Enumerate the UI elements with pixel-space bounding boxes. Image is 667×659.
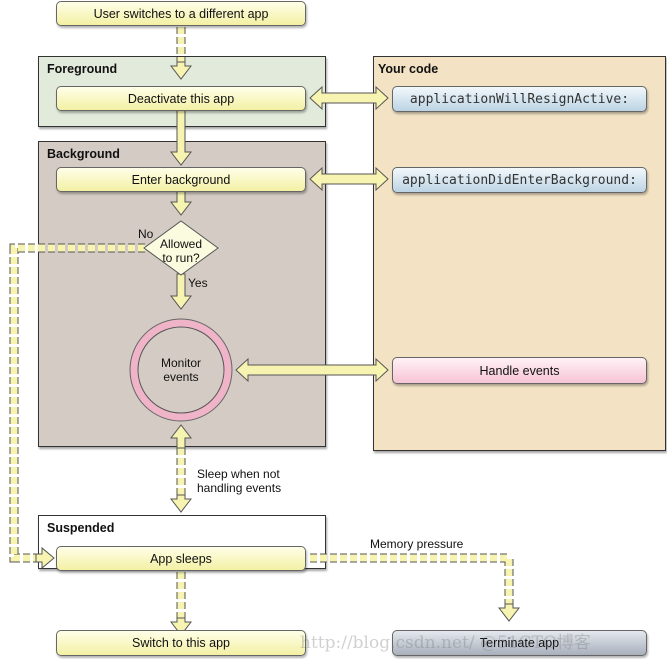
sleep-label: Sleep when not handling events: [197, 467, 282, 495]
no-label: No: [138, 227, 154, 241]
dotted-no-path: [9, 243, 145, 563]
double-arrow-icon: [235, 357, 389, 383]
arrow-down-icon: [169, 494, 193, 513]
double-arrow-icon: [309, 166, 389, 192]
arrow-down-icon: [497, 603, 521, 622]
arrow-down-icon: [169, 61, 193, 80]
handle-events-box: Handle events: [392, 357, 647, 384]
deactivate-box: Deactivate this app: [56, 86, 306, 111]
app-sleeps-box: App sleeps: [56, 546, 306, 571]
switch-to-app-box: Switch to this app: [56, 630, 306, 656]
watermark: http://blog.csdn.net/ @51CTO博客: [300, 633, 591, 653]
arrow-down-icon: [169, 109, 193, 166]
will-resign-active-box: applicationWillResignActive:: [392, 86, 647, 112]
arrow-right-icon: [35, 546, 55, 570]
dotted-memory-path: [310, 553, 514, 604]
enter-background-box: Enter background: [56, 167, 306, 192]
app-lifecycle-diagram: Foreground Background Your code Suspende…: [0, 0, 667, 659]
arrow-down-icon: [169, 190, 193, 216]
memory-pressure-label: Memory pressure: [370, 537, 464, 551]
yes-label: Yes: [188, 276, 208, 290]
double-arrow-icon: [309, 85, 389, 111]
arrow-up-icon: [169, 424, 193, 449]
monitor-events-label: Monitor events: [160, 356, 201, 384]
decision-label: Allowed to run?: [159, 237, 203, 265]
did-enter-background-box: applicationDidEnterBackground:: [392, 167, 647, 193]
user-switches-box: User switches to a different app: [56, 1, 306, 26]
